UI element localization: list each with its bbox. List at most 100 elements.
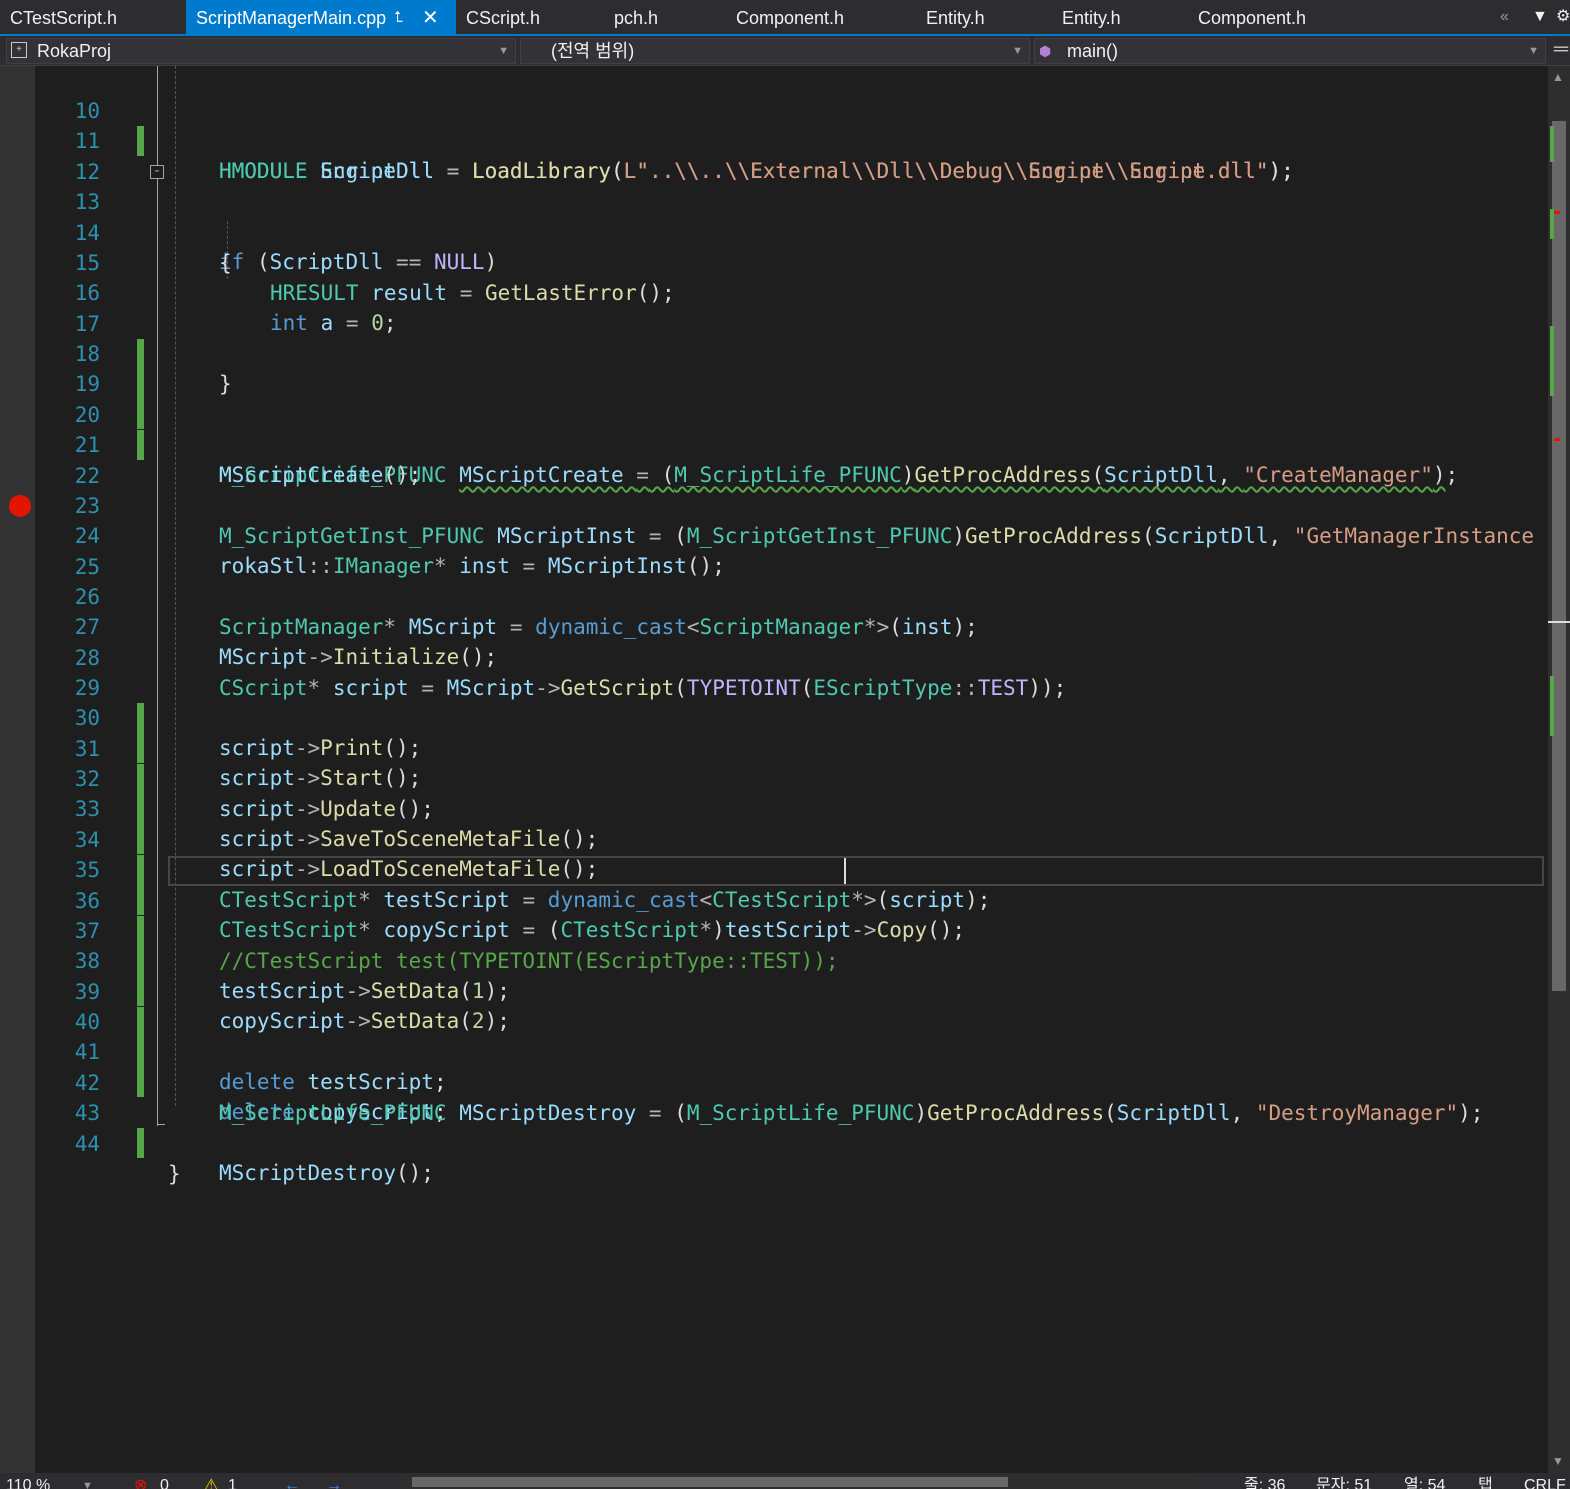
zoom-level[interactable]: 110 % — [6, 1473, 50, 1489]
tab-label: Component.h — [1198, 8, 1307, 28]
close-icon[interactable]: ✕ — [422, 0, 439, 36]
split-window-icon[interactable]: ═ — [1554, 38, 1568, 61]
gear-icon[interactable]: ⚙ — [1556, 0, 1570, 34]
collapse-icon[interactable]: - — [150, 164, 164, 179]
code-line[interactable]: 33 script->LoadToSceneMetaFile(); — [0, 764, 1548, 881]
vertical-scrollbar[interactable]: ▲ ▼ — [1548, 66, 1570, 1473]
chevron-down-icon: ▼ — [498, 45, 509, 57]
char-indicator: 문자: 51 — [1316, 1477, 1373, 1489]
line-indicator: 줄: 36 — [1244, 1477, 1286, 1489]
scope-dropdown[interactable]: (전역 범위) ▼ — [520, 38, 1030, 64]
change-marker — [1550, 326, 1554, 396]
tab-component-h[interactable]: Component.h — [726, 0, 916, 34]
line-number: 44 — [74, 1132, 100, 1156]
error-marker — [1554, 211, 1560, 214]
tab-label: pch.h — [614, 8, 659, 28]
pin-icon[interactable]: ⮤ — [394, 0, 403, 36]
code-line[interactable]: 10 HMODULE EngineDll = LoadLibrary(L"..\… — [0, 66, 1548, 183]
code-text: MScriptDestroy(); — [219, 1161, 434, 1185]
code-line[interactable]: 40 delete testScript; — [0, 977, 1548, 1094]
indent-mode[interactable]: 탭 — [1478, 1473, 1493, 1489]
code-line[interactable]: 37 testScript->SetData(1); — [0, 886, 1548, 1003]
code-line[interactable]: 12 — [0, 127, 1548, 184]
code-line[interactable]: 18 — [0, 309, 1548, 399]
code-line[interactable]: 41 delete copyScript; — [0, 1007, 1548, 1124]
code-line[interactable]: 15 HRESULT result = GetLastError(); — [0, 218, 1548, 305]
chevron-down-icon: ▼ — [1012, 45, 1023, 57]
code-line[interactable]: 36 //CTestScript test(TYPETOINT(EScriptT… — [0, 856, 1548, 973]
code-line[interactable]: 20 M_ScriptLife_PFUNC MScriptCreate = (M… — [0, 370, 1548, 487]
tab-label: CTestScript.h — [10, 8, 118, 28]
document-tab-strip: CTestScript.h ScriptManagerMain.cpp ⮤ ✕ … — [0, 0, 1570, 36]
code-line[interactable]: 31 script->Update(); — [0, 704, 1548, 821]
double-chevron-left-icon[interactable]: « — [1500, 0, 1509, 34]
code-line[interactable]: 30 script->Start(); — [0, 673, 1548, 790]
code-editor[interactable]: 10 HMODULE EngineDll = LoadLibrary(L"..\… — [0, 66, 1548, 1473]
change-marker — [1550, 126, 1554, 162]
code-line[interactable]: 25 — [0, 522, 1548, 579]
scope-name: (전역 범위) — [551, 41, 635, 61]
scroll-down-icon[interactable]: ▼ — [1552, 1454, 1564, 1468]
method-icon: ⬢ — [1039, 43, 1052, 59]
code-line[interactable]: 27 MScript->Initialize(); — [0, 582, 1548, 669]
tab-label: Entity.h — [926, 8, 985, 28]
code-line[interactable]: 38 copyScript->SetData(2); — [0, 916, 1548, 1033]
code-line[interactable]: 35 CTestScript* copyScript = (CTestScrip… — [0, 825, 1548, 942]
code-line[interactable]: 34 CTestScript* testScript = dynamic_cas… — [0, 795, 1548, 912]
code-line[interactable]: 39 — [0, 947, 1548, 1037]
change-marker — [1550, 676, 1554, 736]
code-line[interactable]: 43 MScriptDestroy(); — [0, 1068, 1548, 1185]
code-line[interactable]: 32 script->SaveToSceneMetaFile(); — [0, 734, 1548, 851]
error-icon[interactable]: ⊗ — [134, 1473, 147, 1489]
scroll-up-icon[interactable]: ▲ — [1552, 70, 1564, 84]
code-line[interactable]: 23 M_ScriptGetInst_PFUNC MScriptInst = (… — [0, 461, 1548, 548]
navigation-bar: + RokaProj ▼ (전역 범위) ▼ ⬢ main() ▼ — [0, 36, 1570, 66]
code-line[interactable]: 14 { — [0, 188, 1548, 275]
code-line[interactable]: 16 int a = 0; — [0, 248, 1548, 335]
scrollbar-thumb[interactable] — [1552, 121, 1566, 991]
column-indicator: 열: 54 — [1404, 1477, 1446, 1489]
horizontal-scrollbar-thumb[interactable] — [412, 1477, 1008, 1487]
text-caret — [844, 858, 846, 884]
code-line[interactable]: 22 — [0, 431, 1548, 488]
project-name: RokaProj — [37, 41, 112, 61]
tab-ctestscript-h[interactable]: CTestScript.h — [0, 0, 186, 34]
error-count[interactable]: 0 — [160, 1473, 169, 1489]
navigate-forward-icon[interactable]: → — [326, 1473, 342, 1489]
code-line[interactable]: 13 - if (ScriptDll == NULL) — [0, 157, 1548, 274]
tab-entity-h[interactable]: Entity.h — [916, 0, 1052, 34]
code-text: } — [168, 1162, 181, 1186]
code-line[interactable]: 17 } — [0, 279, 1548, 396]
breakpoint-marker — [1554, 438, 1560, 441]
warning-icon[interactable]: ⚠ — [204, 1473, 218, 1489]
project-icon: + — [11, 42, 27, 58]
tab-label: ScriptManagerMain.cpp — [196, 8, 387, 28]
project-dropdown[interactable]: + RokaProj ▼ — [6, 38, 516, 64]
tab-component-h-2[interactable]: Component.h — [1188, 0, 1388, 34]
code-line[interactable]: 42 M_ScriptLife_PFUNC MScriptDestroy = (… — [0, 1038, 1548, 1125]
change-bar — [137, 1128, 144, 1158]
code-line[interactable]: 26 ScriptManager* MScript = dynamic_cast… — [0, 552, 1548, 639]
chevron-down-icon[interactable]: ▼ — [82, 1473, 93, 1489]
editor-status-bar: 110 % ▼ ⊗ 0 ⚠ 1 ← → 줄: 36 문자: 51 열: 54 탭… — [0, 1473, 1570, 1489]
tab-label: Component.h — [736, 8, 845, 28]
dropdown-icon[interactable]: ▼ — [1532, 0, 1548, 34]
code-line[interactable]: 44 } — [0, 1099, 1548, 1186]
tab-pch-h[interactable]: pch.h — [604, 0, 726, 34]
warning-count[interactable]: 1 — [228, 1473, 237, 1489]
tab-label: Entity.h — [1062, 8, 1121, 28]
code-line[interactable]: 29 script->Print(); — [0, 643, 1548, 760]
navigate-back-icon[interactable]: ← — [284, 1473, 300, 1489]
tab-cscript-h[interactable]: CScript.h — [456, 0, 604, 34]
code-line[interactable]: 28 CScript* script = MScript->GetScript(… — [0, 613, 1548, 700]
line-ending[interactable]: CRLF — [1524, 1473, 1566, 1489]
tab-entity-h-2[interactable]: Entity.h — [1052, 0, 1188, 34]
caret-marker — [1548, 621, 1570, 623]
chevron-down-icon: ▼ — [1528, 45, 1539, 57]
code-line[interactable]: 19 — [0, 339, 1548, 429]
code-line[interactable]: 24 rokaStl::IManager* inst = MScriptInst… — [0, 491, 1548, 578]
code-line[interactable]: 21 MScriptCreate(); — [0, 400, 1548, 487]
tab-scriptmanagermain-cpp[interactable]: ScriptManagerMain.cpp ⮤ ✕ — [186, 0, 456, 34]
member-dropdown[interactable]: ⬢ main() ▼ — [1034, 38, 1546, 64]
code-line[interactable]: 11 HMODULE ScriptDll = LoadLibrary(L"..\… — [0, 96, 1548, 183]
